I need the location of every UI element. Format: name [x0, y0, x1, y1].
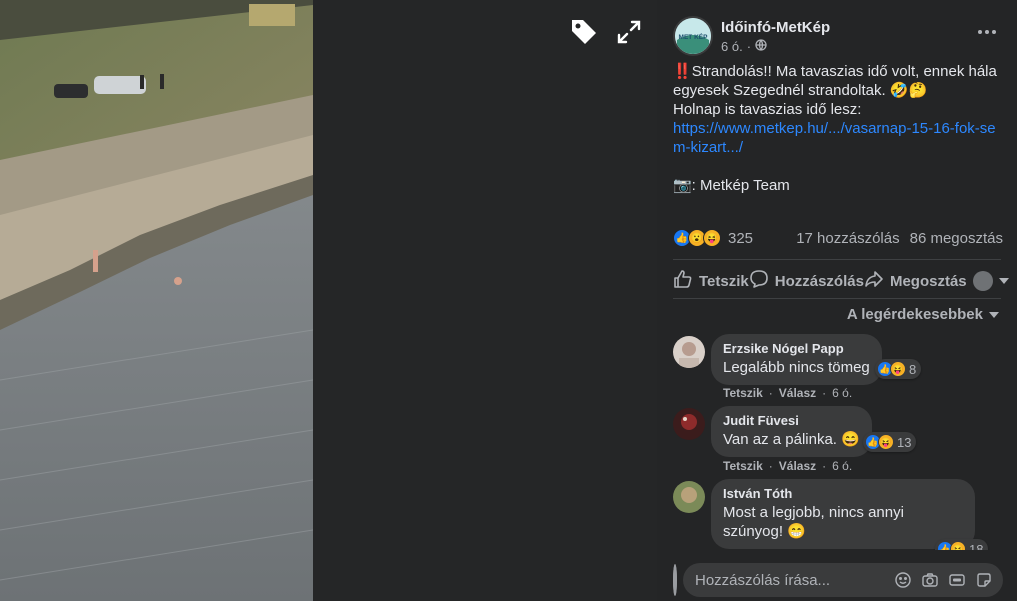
comment-sort-dropdown[interactable]: A legérdekesebbek [847, 306, 999, 323]
post-photo[interactable] [0, 0, 313, 601]
share-button[interactable]: Megosztás [864, 269, 1009, 293]
comment-reply-link[interactable]: Válasz [779, 459, 816, 473]
camera-icon[interactable] [921, 571, 939, 589]
comment-input[interactable] [695, 571, 894, 589]
chevron-down-icon [989, 311, 999, 318]
commenter-name[interactable]: Judit Füvesi [723, 413, 860, 428]
comment-meta: Tetszik · Válasz · 6 ó. [723, 386, 853, 400]
sort-label: A legérdekesebbek [846, 306, 983, 323]
comment-text: Most a legjobb, nincs annyi szúnyog! 😁 [723, 504, 904, 540]
photo-credit: 📷: Metkép Team [673, 177, 790, 194]
comment-meta: Tetszik · Válasz · 6 ó. [723, 459, 853, 473]
comment-button[interactable]: Hozzászólás [749, 269, 864, 293]
commenter-avatar[interactable] [673, 408, 705, 440]
share-label: Megosztás [889, 272, 967, 290]
post-text: ‼️Strandolás!! Ma tavaszias idő volt, en… [673, 62, 1003, 195]
commenter-avatar[interactable] [673, 481, 705, 513]
comment-bubble: István Tóth Most a legjobb, nincs annyi … [711, 479, 975, 549]
photo-viewer [0, 0, 657, 601]
post-time[interactable]: 6 ó. [721, 39, 743, 54]
current-user-avatar[interactable] [673, 564, 677, 596]
post-text-line2: Holnap is tavaszias idő lesz: [673, 101, 862, 118]
haha-reaction-icon: 😝 [890, 361, 906, 377]
comment-reactions[interactable]: 👍 😝 13 [863, 432, 917, 452]
comment-like-link[interactable]: Tetszik [723, 386, 763, 400]
commenter-name[interactable]: Erzsike Nógel Papp [723, 341, 870, 356]
commenter-name[interactable]: István Tóth [723, 486, 963, 501]
comment-reaction-count: 13 [897, 434, 912, 450]
commenter-avatar[interactable] [673, 336, 705, 368]
share-icon [864, 269, 884, 293]
chevron-down-icon[interactable] [998, 278, 1009, 284]
globe-icon [755, 38, 767, 54]
like-label: Tetszik [699, 272, 749, 290]
comment-bubble: Erzsike Nógel Papp Legalább nincs tömeg [711, 334, 882, 385]
reaction-count[interactable]: 325 [728, 230, 753, 247]
comment-count[interactable]: 17 hozzászólás [796, 230, 899, 247]
comment-reply-link[interactable]: Válasz [779, 386, 816, 400]
page-name[interactable]: Időinfó-MetKép [721, 19, 830, 36]
comment-label: Hozzászólás [774, 272, 864, 290]
emoji-icon[interactable] [894, 571, 912, 589]
share-as-avatar[interactable] [972, 271, 993, 291]
post-text-line1: Strandolás!! Ma tavaszias idő volt, enne… [673, 63, 997, 99]
reactions-summary: 👍 😮 😝 325 17 hozzászólás 86 megosztás [673, 227, 1003, 249]
haha-reaction-icon: 😝 [950, 541, 966, 550]
haha-reaction-icon: 😝 [703, 229, 721, 247]
comment-input-wrapper [683, 563, 1003, 597]
expand-icon[interactable] [611, 14, 647, 50]
comment-reactions[interactable]: 👍 😝 18 [935, 539, 989, 551]
haha-reaction-icon: 😝 [878, 434, 894, 450]
comment-like-link[interactable]: Tetszik [723, 459, 763, 473]
sticker-icon[interactable] [975, 571, 993, 589]
divider [673, 259, 1001, 260]
comment-reaction-count: 8 [909, 361, 917, 377]
comment-reactions[interactable]: 👍 😝 8 [875, 359, 922, 379]
thumbs-up-icon [673, 269, 693, 293]
gif-icon[interactable] [948, 571, 966, 589]
comment-icon [749, 269, 769, 293]
comment-composer [673, 563, 1003, 597]
post-link[interactable]: https://www.metkep.hu/.../vasarnap-15-16… [673, 120, 996, 156]
comment-time[interactable]: 6 ó. [832, 459, 852, 473]
post-header: MET KÉP Időinfó-MetKép 6 ó. · [673, 16, 830, 56]
share-count[interactable]: 86 megosztás [910, 230, 1003, 247]
comment-text: Legalább nincs tömeg [723, 359, 870, 376]
reaction-icons[interactable]: 👍 😮 😝 [673, 229, 721, 247]
comment-reaction-count: 18 [969, 541, 984, 551]
page-logo-text: MET KÉP [679, 32, 709, 41]
more-options-icon[interactable] [975, 22, 999, 42]
like-button[interactable]: Tetszik [673, 269, 749, 293]
double-exclamation-emoji: ‼️ [673, 63, 692, 80]
page-avatar[interactable]: MET KÉP [673, 16, 713, 56]
divider [673, 298, 1001, 299]
comment-bubble: Judit Füvesi Van az a pálinka. 😄 [711, 406, 872, 457]
tag-icon[interactable] [566, 14, 602, 50]
comments-list: Erzsike Nógel Papp Legalább nincs tömeg … [673, 334, 1003, 550]
post-actions: Tetszik Hozzászólás Megosztás [673, 266, 1009, 296]
comment-time[interactable]: 6 ó. [832, 386, 852, 400]
comment-text: Van az a pálinka. 😄 [723, 431, 860, 448]
post-panel: MET KÉP Időinfó-MetKép 6 ó. · ‼️Strandol… [657, 0, 1017, 601]
